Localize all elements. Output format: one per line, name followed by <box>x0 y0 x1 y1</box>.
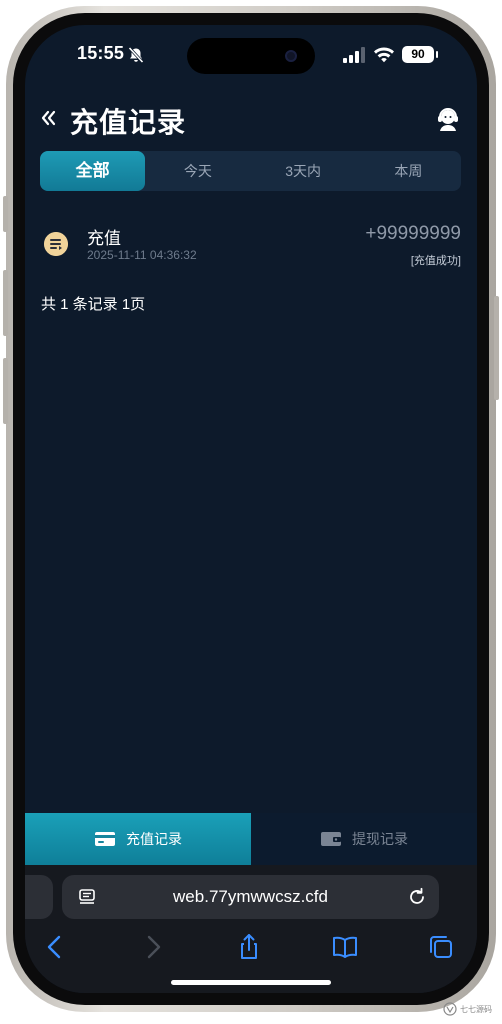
tab-withdraw-records-label: 提现记录 <box>352 831 408 847</box>
back-chevron-icon[interactable] <box>41 933 69 961</box>
bottom-tab-bar: 充值记录 提现记录 <box>25 813 477 865</box>
bell-muted-icon <box>128 46 144 64</box>
watermark-text: 七七源码 <box>460 1004 492 1014</box>
filter-tabs: 全部 今天 3天内 本周 <box>40 151 461 191</box>
page-title: 充值记录 <box>70 107 187 138</box>
card-icon <box>95 832 115 846</box>
status-bar: 15:55 90 <box>25 43 477 69</box>
tab-withdraw-records[interactable]: 提现记录 <box>251 813 477 865</box>
action-button <box>3 196 8 232</box>
volume-down-button <box>3 358 8 424</box>
tab-all[interactable]: 全部 <box>40 151 146 191</box>
tab-3-days[interactable]: 3天内 <box>251 151 356 191</box>
status-time: 15:55 <box>77 43 125 63</box>
home-indicator <box>171 980 331 985</box>
previous-tab-peek[interactable] <box>25 875 53 919</box>
share-icon[interactable] <box>235 933 263 961</box>
cellular-signal-icon <box>343 47 365 63</box>
page-header: 充值记录 <box>25 99 477 139</box>
browser-nav <box>25 927 477 967</box>
reload-icon[interactable] <box>407 887 427 907</box>
record-type: 充值 <box>87 229 121 248</box>
wallet-icon <box>321 832 341 846</box>
watermark-logo-icon <box>443 1002 457 1016</box>
tab-recharge-records-label: 充值记录 <box>126 831 182 847</box>
address-bar[interactable]: web.77ymwwcsz.cfd <box>62 875 439 919</box>
volume-up-button <box>3 270 8 336</box>
tabs-icon[interactable] <box>427 933 455 961</box>
browser-toolbar: web.77ymwwcsz.cfd <box>25 865 477 993</box>
bookmarks-icon[interactable] <box>331 933 359 961</box>
record-amount: +99999999 <box>365 223 461 244</box>
url-text: web.77ymwwcsz.cfd <box>173 887 328 906</box>
pagination-summary: 共 1 条记录 1页 <box>41 296 146 313</box>
recharge-icon <box>44 232 68 256</box>
battery-indicator: 90 <box>402 46 438 63</box>
tab-recharge-records[interactable]: 充值记录 <box>25 813 251 865</box>
tab-today[interactable]: 今天 <box>145 151 250 191</box>
list-item[interactable]: 充值 2025-11-11 04:36:32 +99999999 [充值成功] <box>40 221 461 271</box>
tab-this-week[interactable]: 本周 <box>356 151 461 191</box>
power-button <box>494 296 499 400</box>
screen: 15:55 90 充值记录 全部 今天 3天内 本周 充值 2025-11-11… <box>25 25 477 993</box>
wifi-icon <box>374 47 394 63</box>
double-chevron-left-icon[interactable] <box>39 107 59 129</box>
customer-service-icon[interactable] <box>435 106 461 132</box>
forward-chevron-icon[interactable] <box>139 933 167 961</box>
watermark: 七七源码 <box>443 1002 492 1016</box>
record-time: 2025-11-11 04:36:32 <box>87 248 197 262</box>
record-status: [充值成功] <box>410 255 461 267</box>
